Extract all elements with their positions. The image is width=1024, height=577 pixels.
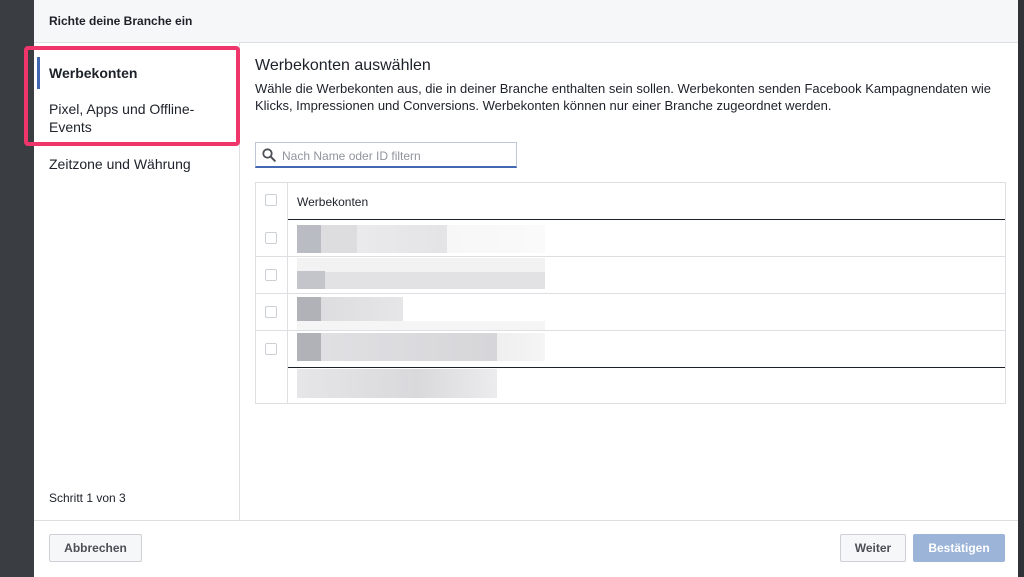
section-description: Wähle die Werbekonten aus, die in deiner…: [255, 81, 991, 113]
search-input[interactable]: [280, 145, 514, 167]
search-icon: [262, 148, 276, 162]
redacted-block: [297, 271, 325, 289]
redacted-account-name: [297, 258, 545, 289]
row-divider: [256, 293, 1005, 294]
sidebar-item-werbekonten[interactable]: Werbekonten: [49, 64, 229, 82]
background-left: [0, 0, 34, 577]
dialog-title: Richte deine Branche ein: [49, 14, 193, 28]
setup-dialog: Richte deine Branche ein Werbekonten Pix…: [24, 0, 1018, 577]
row-checkbox[interactable]: [265, 269, 277, 281]
confirm-button[interactable]: Bestätigen: [913, 534, 1005, 562]
redacted-account-name: [297, 333, 545, 361]
redacted-account-name: [297, 225, 545, 253]
section-heading: Werbekonten auswählen: [255, 57, 431, 74]
redacted-account-name: [297, 297, 403, 321]
dialog-footer: Abbrechen Weiter Bestätigen: [34, 520, 1018, 577]
row-divider: [256, 330, 1005, 331]
background-right: [1018, 0, 1024, 577]
column-header-werbekonten: Werbekonten: [297, 195, 369, 209]
row-divider: [256, 256, 1005, 257]
row-divider-dark: [288, 367, 1005, 368]
sidebar: Werbekonten Pixel, Apps und Offline-Even…: [24, 43, 240, 520]
row-checkbox[interactable]: [265, 306, 277, 318]
next-button[interactable]: Weiter: [840, 534, 906, 562]
accounts-table: Werbekonten: [255, 182, 1006, 404]
search-box: [255, 142, 517, 168]
main-panel: Werbekonten auswählen Wähle die Werbekon…: [241, 43, 1018, 520]
sidebar-item-zeitzone[interactable]: Zeitzone und Währung: [49, 155, 229, 173]
row-checkbox[interactable]: [265, 232, 277, 244]
header-divider: [288, 219, 1005, 220]
dialog-header: Richte deine Branche ein: [34, 0, 1018, 43]
redacted-account-name: [297, 369, 497, 398]
sidebar-item-pixel-apps[interactable]: Pixel, Apps und Offline-Events: [49, 100, 229, 136]
step-indicator: Schritt 1 von 3: [49, 491, 126, 505]
active-indicator: [37, 57, 40, 89]
row-checkbox[interactable]: [265, 343, 277, 355]
select-all-checkbox[interactable]: [265, 194, 277, 206]
cancel-button[interactable]: Abbrechen: [49, 534, 142, 562]
